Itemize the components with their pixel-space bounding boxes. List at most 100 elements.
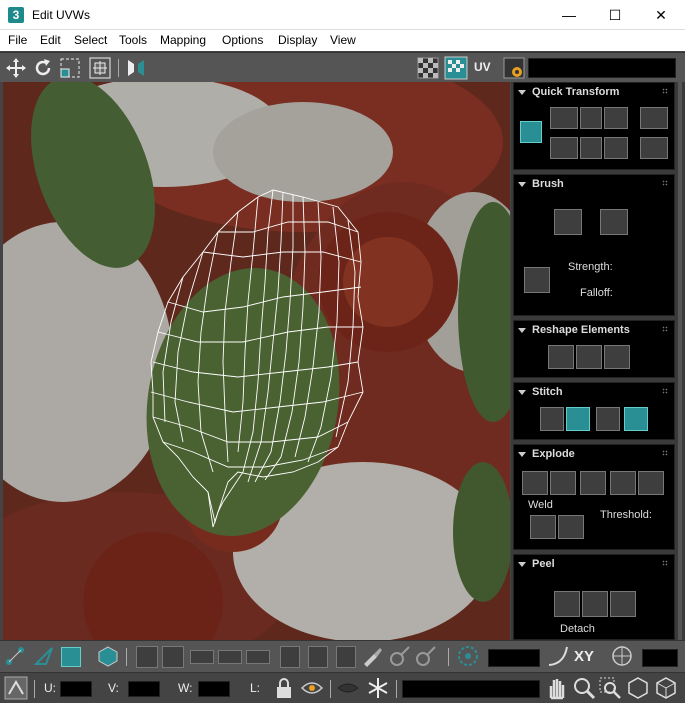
quick-peel-icon[interactable]: [554, 591, 580, 617]
ring-shrink-icon[interactable]: [308, 646, 328, 668]
zoom-region-icon[interactable]: [598, 676, 622, 700]
rollout-title-reshape-elements[interactable]: Reshape Elements: [518, 324, 630, 336]
rollout-grip[interactable]: [662, 180, 668, 186]
stitch-to-average-icon[interactable]: [596, 407, 620, 431]
align-vertical-icon[interactable]: [550, 137, 578, 159]
hide-icon[interactable]: [336, 676, 360, 700]
mirror-icon[interactable]: [124, 56, 148, 80]
transform-center-icon[interactable]: [520, 121, 542, 143]
limit-edges-icon[interactable]: [610, 644, 634, 668]
rollout-title-brush[interactable]: Brush: [518, 178, 564, 190]
uv-editor-viewport[interactable]: [3, 82, 510, 640]
weld-target-icon[interactable]: [558, 515, 584, 539]
v-coordinate-field[interactable]: [128, 681, 160, 697]
menu-display[interactable]: Display: [278, 33, 317, 47]
uv-mesh-wireframe[interactable]: [3, 82, 510, 640]
minimize-button[interactable]: —: [546, 0, 592, 30]
mirror-vertical-icon[interactable]: [640, 137, 668, 159]
brush-falloff-curve-icon[interactable]: [524, 267, 550, 293]
absolute-offset-toggle-icon[interactable]: [4, 676, 28, 700]
loop-grow-icon[interactable]: [218, 650, 242, 664]
rollout-title-stitch[interactable]: Stitch: [518, 386, 563, 398]
ring-icon[interactable]: [246, 650, 270, 664]
space-horizontal-icon[interactable]: [580, 107, 602, 129]
reset-peel-icon[interactable]: [610, 591, 636, 617]
paint-move-brush-icon[interactable]: [554, 209, 582, 235]
menu-options[interactable]: Options: [222, 33, 263, 47]
zoom-extents-icon[interactable]: [626, 676, 650, 700]
element-select-icon[interactable]: [96, 644, 120, 668]
straighten-selection-icon[interactable]: [548, 345, 574, 369]
rollout-grip[interactable]: [662, 560, 668, 566]
soft-selection-icon[interactable]: [456, 644, 480, 668]
flatten-by-material-icon[interactable]: [638, 471, 664, 495]
checker-pattern-icon[interactable]: [416, 56, 440, 80]
close-button[interactable]: ✕: [638, 0, 684, 30]
pan-hand-icon[interactable]: [544, 676, 568, 700]
vertex-select-icon[interactable]: [3, 644, 27, 668]
rollout-title-explode[interactable]: Explode: [518, 448, 575, 460]
rollout-grip[interactable]: [662, 388, 668, 394]
space-vertical-icon[interactable]: [580, 137, 602, 159]
shrink-selection-icon[interactable]: [162, 646, 184, 668]
angle-field[interactable]: [642, 649, 678, 667]
rollout-grip[interactable]: [662, 88, 668, 94]
scale-icon[interactable]: [58, 56, 82, 80]
stitch-custom-icon[interactable]: [540, 407, 564, 431]
menu-select[interactable]: Select: [74, 33, 107, 47]
show-map-icon[interactable]: [444, 56, 468, 80]
stitch-to-target-icon[interactable]: [566, 407, 590, 431]
menu-file[interactable]: File: [8, 33, 27, 47]
paint-grow-icon[interactable]: [388, 644, 412, 668]
rollout-title-quick-transform[interactable]: Quick Transform: [518, 86, 619, 98]
u-coordinate-field[interactable]: [60, 681, 92, 697]
selection-set-field[interactable]: [402, 680, 540, 698]
paint-shrink-icon[interactable]: [414, 644, 438, 668]
uv-axis-label[interactable]: UV: [474, 60, 491, 74]
show-hidden-icon[interactable]: [300, 676, 324, 700]
lock-icon[interactable]: [272, 676, 296, 700]
paint-select-icon[interactable]: [360, 644, 384, 668]
falloff-distance-field[interactable]: [488, 649, 540, 667]
zoom-icon[interactable]: [572, 676, 596, 700]
flatten-by-polygon-icon[interactable]: [580, 471, 606, 495]
polygon-select-icon[interactable]: [61, 647, 81, 667]
point-to-point-icon[interactable]: [336, 646, 356, 668]
menu-edit[interactable]: Edit: [40, 33, 61, 47]
relax-brush-icon[interactable]: [600, 209, 628, 235]
panel-scrollbar[interactable]: [678, 82, 682, 640]
loop-icon[interactable]: [190, 650, 214, 664]
rotate-ccw-icon[interactable]: [604, 107, 628, 129]
menu-tools[interactable]: Tools: [119, 33, 147, 47]
falloff-curve-icon[interactable]: [546, 644, 570, 668]
settings-icon[interactable]: [502, 56, 526, 80]
edge-select-icon[interactable]: [32, 644, 56, 668]
grow-selection-icon[interactable]: [136, 646, 158, 668]
zoom-to-gizmo-icon[interactable]: [654, 676, 678, 700]
texture-dropdown[interactable]: [528, 58, 676, 78]
relax-until-flat-icon[interactable]: [604, 345, 630, 369]
rotate-cw-icon[interactable]: [604, 137, 628, 159]
freeform-icon[interactable]: [88, 56, 112, 80]
stitch-to-source-icon[interactable]: [624, 407, 648, 431]
relax-icon[interactable]: [576, 345, 602, 369]
rotate-icon[interactable]: [31, 56, 55, 80]
rollout-title-peel[interactable]: Peel: [518, 558, 555, 570]
menu-mapping[interactable]: Mapping: [160, 33, 206, 47]
freeze-icon[interactable]: [366, 676, 390, 700]
break-icon[interactable]: [522, 471, 548, 495]
flatten-by-smoothing-icon[interactable]: [610, 471, 636, 495]
explode-to-elements-icon[interactable]: [550, 471, 576, 495]
peel-mode-icon[interactable]: [582, 591, 608, 617]
maximize-button[interactable]: ☐: [592, 0, 638, 30]
falloff-space-label[interactable]: XY: [574, 648, 594, 665]
move-icon[interactable]: [4, 56, 28, 80]
rollout-grip[interactable]: [662, 450, 668, 456]
weld-selected-icon[interactable]: [530, 515, 556, 539]
w-coordinate-field[interactable]: [198, 681, 230, 697]
rollout-grip[interactable]: [662, 326, 668, 332]
ring-grow-icon[interactable]: [280, 646, 300, 668]
align-horizontal-icon[interactable]: [550, 107, 578, 129]
mirror-horizontal-icon[interactable]: [640, 107, 668, 129]
menu-view[interactable]: View: [330, 33, 356, 47]
